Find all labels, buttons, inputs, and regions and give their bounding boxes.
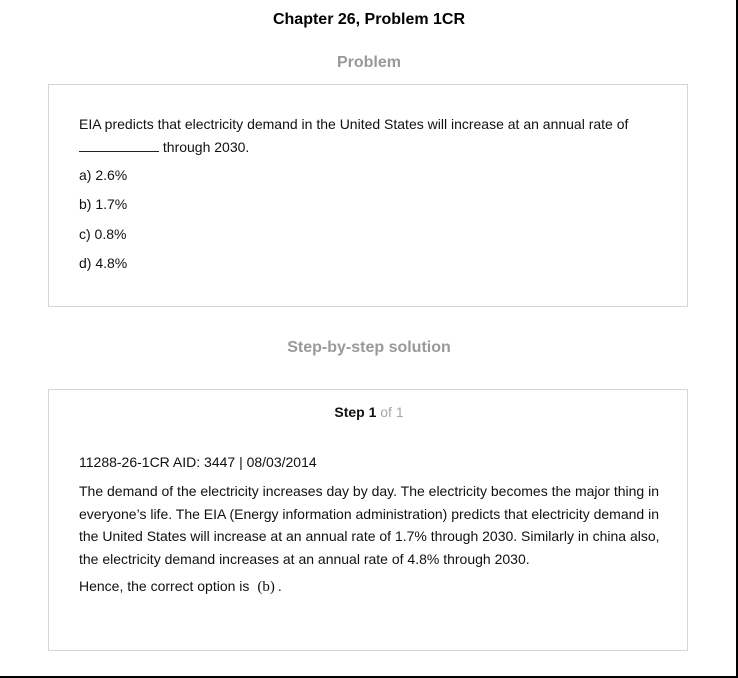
answer-blank (79, 138, 159, 152)
aid-line: 11288-26-1CR AID: 3447 | 08/03/2014 (79, 454, 317, 470)
problem-statement: EIA predicts that electricity demand in … (79, 113, 659, 159)
solution-heading: Step-by-step solution (287, 339, 451, 356)
step-number: Step 1 (334, 404, 377, 420)
option-a: a) 2.6% (79, 167, 128, 183)
option-d: d) 4.8% (79, 255, 128, 271)
solution-card: Step 1 of 1 11288-26-1CR AID: 3447 | 08/… (48, 389, 688, 651)
problem-text-after-blank: through 2030. (159, 139, 250, 155)
conclusion-prefix: Hence, the correct option is (79, 578, 250, 594)
chapter-title: Chapter 26, Problem 1CR (272, 11, 466, 28)
option-b: b) 1.7% (79, 196, 128, 212)
problem-card: EIA predicts that electricity demand in … (48, 84, 688, 307)
problem-text-before-blank: EIA predicts that electricity demand in … (79, 116, 629, 132)
step-indicator: Step 1 of 1 (49, 404, 689, 420)
problem-heading: Problem (336, 54, 401, 71)
step-total: of 1 (376, 404, 404, 420)
option-c: c) 0.8% (79, 226, 127, 242)
solution-body: The demand of the electricity increases … (79, 483, 660, 567)
answer-value: (b) (257, 579, 275, 595)
conclusion-suffix: . (277, 578, 282, 594)
conclusion: Hence, the correct option is (b). (79, 578, 282, 596)
